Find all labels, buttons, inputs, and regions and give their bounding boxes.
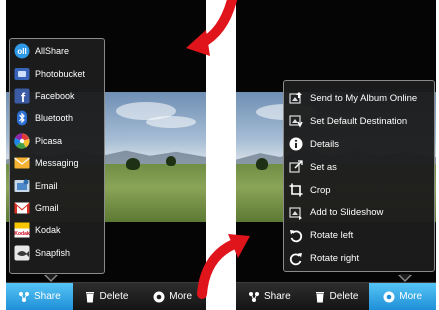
callout-arrow-bottom bbox=[197, 234, 250, 299]
rotate-right-icon bbox=[289, 252, 302, 265]
more-item-details[interactable]: Details bbox=[284, 133, 434, 156]
bottom-action-bar: Share Delete More bbox=[236, 282, 436, 310]
share-item-picasa[interactable]: Picasa bbox=[10, 130, 104, 152]
more-item-rotate-right[interactable]: Rotate right bbox=[284, 247, 434, 270]
more-item-label: Add to Slideshow bbox=[310, 207, 384, 219]
trash-icon bbox=[85, 291, 94, 302]
delete-button[interactable]: Delete bbox=[303, 283, 370, 310]
more-item-rotate-left[interactable]: Rotate left bbox=[284, 224, 434, 247]
kodak-icon: Kodak bbox=[14, 222, 30, 238]
share-item-photobucket[interactable]: Photobucket bbox=[10, 62, 104, 84]
share-item-allshare[interactable]: oII AllShare bbox=[10, 40, 104, 62]
set-as-icon bbox=[289, 160, 303, 173]
share-menu-pointer bbox=[44, 274, 58, 282]
email-icon bbox=[14, 179, 30, 192]
share-button[interactable]: Share bbox=[6, 283, 73, 310]
more-menu-pointer bbox=[398, 274, 412, 282]
share-item-label: Facebook bbox=[35, 90, 75, 101]
more-item-set-default-destination[interactable]: Set Default Destination bbox=[284, 110, 434, 133]
delete-button-label: Delete bbox=[99, 291, 129, 302]
picasa-icon bbox=[14, 133, 30, 149]
gmail-icon bbox=[14, 202, 30, 214]
more-item-label: Crop bbox=[310, 184, 331, 196]
more-icon bbox=[383, 291, 395, 302]
svg-text:Kodak: Kodak bbox=[14, 231, 30, 237]
share-item-label: Gmail bbox=[35, 202, 59, 213]
album-upload-icon bbox=[289, 92, 302, 105]
share-item-email[interactable]: Email bbox=[10, 174, 104, 196]
more-item-label: Rotate right bbox=[310, 253, 360, 265]
callout-arrow-top bbox=[186, 0, 237, 56]
share-item-label: Bluetooth bbox=[35, 113, 74, 124]
svg-text:f: f bbox=[21, 90, 26, 104]
more-item-label: Set Default Destination bbox=[310, 115, 408, 127]
more-item-label: Set as bbox=[310, 161, 337, 173]
bottom-action-bar: Share Delete More bbox=[6, 282, 206, 310]
share-item-label: Snapfish bbox=[35, 247, 71, 258]
share-item-label: Kodak bbox=[35, 225, 61, 236]
photobucket-icon bbox=[14, 67, 30, 80]
facebook-icon: f bbox=[14, 88, 30, 104]
share-item-label: Email bbox=[35, 180, 58, 191]
snapfish-icon bbox=[14, 245, 30, 261]
share-item-snapfish[interactable]: Snapfish bbox=[10, 242, 104, 264]
more-button-label: More bbox=[399, 291, 423, 302]
share-item-bluetooth[interactable]: Bluetooth bbox=[10, 107, 104, 129]
more-item-send-to-album[interactable]: Send to My Album Online bbox=[284, 87, 434, 110]
more-item-label: Rotate left bbox=[310, 230, 354, 242]
share-item-label: Picasa bbox=[35, 135, 63, 146]
bluetooth-icon bbox=[17, 110, 27, 126]
share-icon bbox=[18, 291, 29, 302]
crop-icon bbox=[289, 183, 303, 197]
messaging-icon bbox=[14, 157, 30, 169]
svg-text:oII: oII bbox=[17, 47, 26, 56]
slideshow-icon bbox=[289, 207, 302, 220]
trash-icon bbox=[315, 291, 324, 302]
share-item-facebook[interactable]: f Facebook bbox=[10, 85, 104, 107]
share-item-label: Photobucket bbox=[35, 68, 86, 79]
destination-icon bbox=[289, 115, 303, 128]
right-screen: Send to My Album Online Set Default Dest… bbox=[236, 0, 436, 310]
more-menu: Send to My Album Online Set Default Dest… bbox=[283, 80, 435, 272]
more-item-crop[interactable]: Crop bbox=[284, 179, 434, 202]
share-item-gmail[interactable]: Gmail bbox=[10, 197, 104, 219]
more-item-label: Details bbox=[310, 138, 340, 150]
share-item-messaging[interactable]: Messaging bbox=[10, 152, 104, 174]
allshare-icon: oII bbox=[14, 43, 30, 59]
more-icon bbox=[153, 291, 165, 302]
share-item-label: AllShare bbox=[35, 46, 70, 57]
more-item-set-as[interactable]: Set as bbox=[284, 156, 434, 179]
delete-button-label: Delete bbox=[329, 291, 359, 302]
more-item-add-to-slideshow[interactable]: Add to Slideshow bbox=[284, 201, 434, 224]
rotate-left-icon bbox=[290, 229, 303, 242]
share-button-label: Share bbox=[33, 291, 61, 302]
share-item-kodak[interactable]: Kodak Kodak bbox=[10, 219, 104, 241]
share-menu: oII AllShare Photobucket f Facebook Blue… bbox=[9, 38, 105, 274]
delete-button[interactable]: Delete bbox=[73, 283, 140, 310]
more-button[interactable]: More bbox=[369, 283, 436, 310]
share-item-label: Messaging bbox=[35, 158, 79, 169]
share-button-label: Share bbox=[263, 291, 291, 302]
more-item-label: Send to My Album Online bbox=[310, 92, 418, 104]
info-icon bbox=[289, 137, 303, 151]
